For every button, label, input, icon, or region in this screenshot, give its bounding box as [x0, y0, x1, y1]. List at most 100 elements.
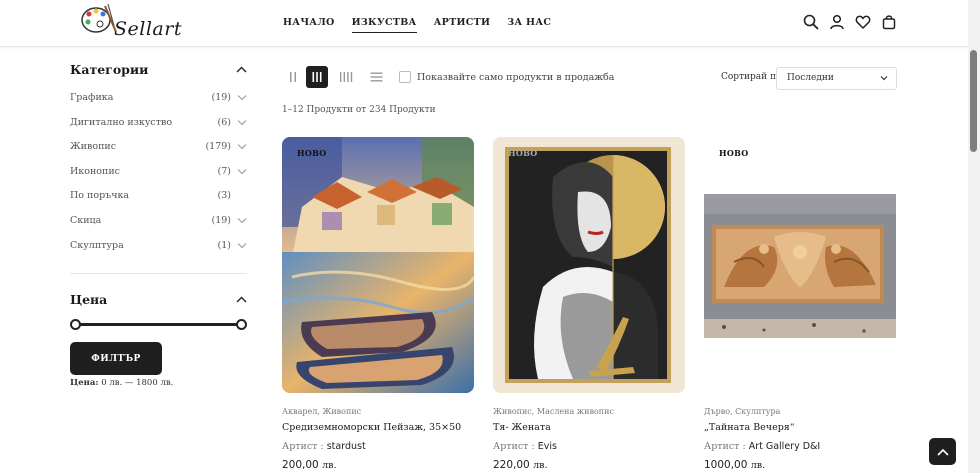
category-label: По поръчка	[70, 190, 130, 202]
artist-label: Артист :	[704, 441, 746, 452]
site-header: Sellart НАЧАЛО ИЗКУСТВА АРТИСТИ ЗА НАС	[0, 0, 968, 47]
heart-icon[interactable]	[855, 14, 871, 30]
chevron-up-icon[interactable]	[236, 66, 247, 73]
onsale-label[interactable]: Показвайте само продукти в продажба	[417, 72, 614, 83]
product-artist: Артист : Art Gallery D&I	[704, 441, 820, 452]
shop-toolbar: Показвайте само продукти в продажба Сорт…	[282, 66, 897, 90]
product-image[interactable]: НОВО	[282, 137, 474, 393]
chevron-down-icon[interactable]	[237, 143, 247, 150]
category-label: Скулптура	[70, 239, 124, 251]
product-artist: Артист : stardust	[282, 441, 366, 452]
price-amount: 1000,00	[704, 459, 748, 471]
filter-button[interactable]: ФИЛТЪР	[70, 342, 162, 376]
nav-item-artists[interactable]: АРТИСТИ	[434, 17, 491, 33]
category-list: Графика (19) Дигитално изкуство (6) Живо…	[70, 88, 247, 260]
artist-name[interactable]: stardust	[327, 441, 366, 452]
logo[interactable]: Sellart	[78, 2, 181, 44]
nav-item-about[interactable]: ЗА НАС	[507, 17, 551, 33]
product-artist: Артист : Evis	[493, 441, 557, 452]
category-count: (6)	[217, 116, 231, 128]
category-item-icons[interactable]: Иконопис (7)	[70, 162, 247, 187]
price-slider-min-handle[interactable]	[70, 319, 81, 331]
grid-2-columns-button[interactable]	[282, 66, 304, 88]
price-title: Цена	[70, 292, 108, 308]
product-image[interactable]: НОВО	[493, 137, 685, 393]
sort-selected-value: Последни	[787, 73, 834, 83]
two-columns-icon	[290, 72, 296, 82]
nav-item-home[interactable]: НАЧАЛО	[283, 17, 335, 33]
artist-label: Артист :	[493, 441, 535, 452]
categories-title: Категории	[70, 62, 149, 77]
category-label: Графика	[70, 92, 114, 103]
artist-name[interactable]: Evis	[538, 441, 557, 452]
product-card[interactable]: НОВО Акварел, Живопис Средиземноморски П…	[282, 137, 474, 471]
price-currency: лв.	[750, 460, 766, 471]
product-categories[interactable]: Акварел, Живопис	[282, 407, 361, 416]
category-item-sketch[interactable]: Скица (19)	[70, 211, 247, 236]
product-card[interactable]: НОВО Живопис, Маслена живопис Тя- Жената…	[493, 137, 685, 471]
price-range-label: Цена:	[70, 378, 99, 389]
product-price: 200,00 лв.	[282, 459, 337, 471]
product-categories[interactable]: Дърво, Скулптура	[704, 407, 780, 416]
list-view-button[interactable]	[365, 66, 387, 88]
price-slider-track	[75, 323, 242, 327]
chevron-up-icon[interactable]	[236, 296, 247, 303]
category-label: Дигитално изкуство	[70, 116, 173, 128]
grid-4-columns-button[interactable]	[335, 66, 357, 88]
chevron-down-icon[interactable]	[237, 217, 247, 224]
scrollbar-thumb[interactable]	[970, 50, 977, 152]
categories-heading[interactable]: Категории	[70, 62, 247, 88]
new-badge: НОВО	[719, 148, 749, 158]
artist-name[interactable]: Art Gallery D&I	[749, 441, 821, 452]
product-title[interactable]: „Тайната Вечеря“	[704, 422, 795, 433]
product-price: 1000,00 лв.	[704, 459, 765, 471]
product-title[interactable]: Средиземноморски Пейзаж, 35×50	[282, 422, 461, 433]
search-icon[interactable]	[803, 14, 819, 30]
category-item-sculpture[interactable]: Скулптура (1)	[70, 236, 247, 261]
sort-select[interactable]: Последни	[776, 67, 897, 90]
wood-carving-image	[704, 137, 896, 393]
four-columns-icon	[340, 72, 353, 82]
watercolor-landscape-image	[282, 137, 474, 393]
category-item-graphics[interactable]: Графика (19)	[70, 88, 247, 113]
category-label: Иконопис	[70, 165, 120, 177]
chevron-down-icon[interactable]	[237, 168, 247, 175]
chevron-down-icon	[880, 76, 888, 81]
back-to-top-button[interactable]	[929, 438, 956, 465]
page-scrollbar[interactable]	[968, 0, 980, 473]
category-count: (179)	[205, 141, 231, 153]
new-badge: НОВО	[297, 148, 327, 158]
artist-label: Артист :	[282, 441, 324, 452]
palette-logo-icon	[81, 3, 117, 33]
price-heading[interactable]: Цена	[70, 292, 247, 318]
woman-portrait-painting-image	[493, 137, 685, 393]
category-count: (3)	[217, 190, 231, 202]
filters-sidebar: Категории Графика (19) Дигитално изкуств…	[70, 62, 247, 388]
price-range-value: 0 лв. — 1800 лв.	[101, 378, 174, 389]
logo-text: Sellart	[114, 18, 182, 40]
chevron-down-icon[interactable]	[237, 94, 247, 101]
product-image[interactable]: НОВО	[704, 137, 896, 393]
price-currency: лв.	[322, 460, 337, 471]
onsale-checkbox[interactable]	[399, 71, 411, 83]
category-item-custom-order[interactable]: По поръчка (3)	[70, 186, 247, 211]
product-card[interactable]: НОВО Дърво, Скулптура „Тайната Вечеря“ А…	[704, 137, 896, 471]
price-amount: 220,00	[493, 459, 530, 471]
price-slider[interactable]	[70, 318, 247, 332]
product-title[interactable]: Тя- Жената	[493, 422, 551, 433]
list-icon	[370, 72, 382, 82]
new-badge: НОВО	[508, 148, 538, 158]
category-item-digital-art[interactable]: Дигитално изкуство (6)	[70, 113, 247, 138]
category-count: (1)	[217, 239, 231, 251]
nav-item-arts[interactable]: ИЗКУСТВА	[351, 17, 417, 33]
category-item-painting[interactable]: Живопис (179)	[70, 137, 247, 162]
main-nav: НАЧАЛО ИЗКУСТВА АРТИСТИ ЗА НАС	[283, 17, 551, 33]
product-categories[interactable]: Живопис, Маслена живопис	[493, 407, 614, 416]
cart-icon[interactable]	[881, 14, 897, 30]
chevron-down-icon[interactable]	[237, 242, 247, 249]
price-slider-max-handle[interactable]	[236, 319, 247, 331]
user-icon[interactable]	[829, 14, 845, 30]
three-columns-icon	[312, 72, 322, 82]
chevron-down-icon[interactable]	[237, 119, 247, 126]
grid-3-columns-button[interactable]	[306, 66, 328, 88]
